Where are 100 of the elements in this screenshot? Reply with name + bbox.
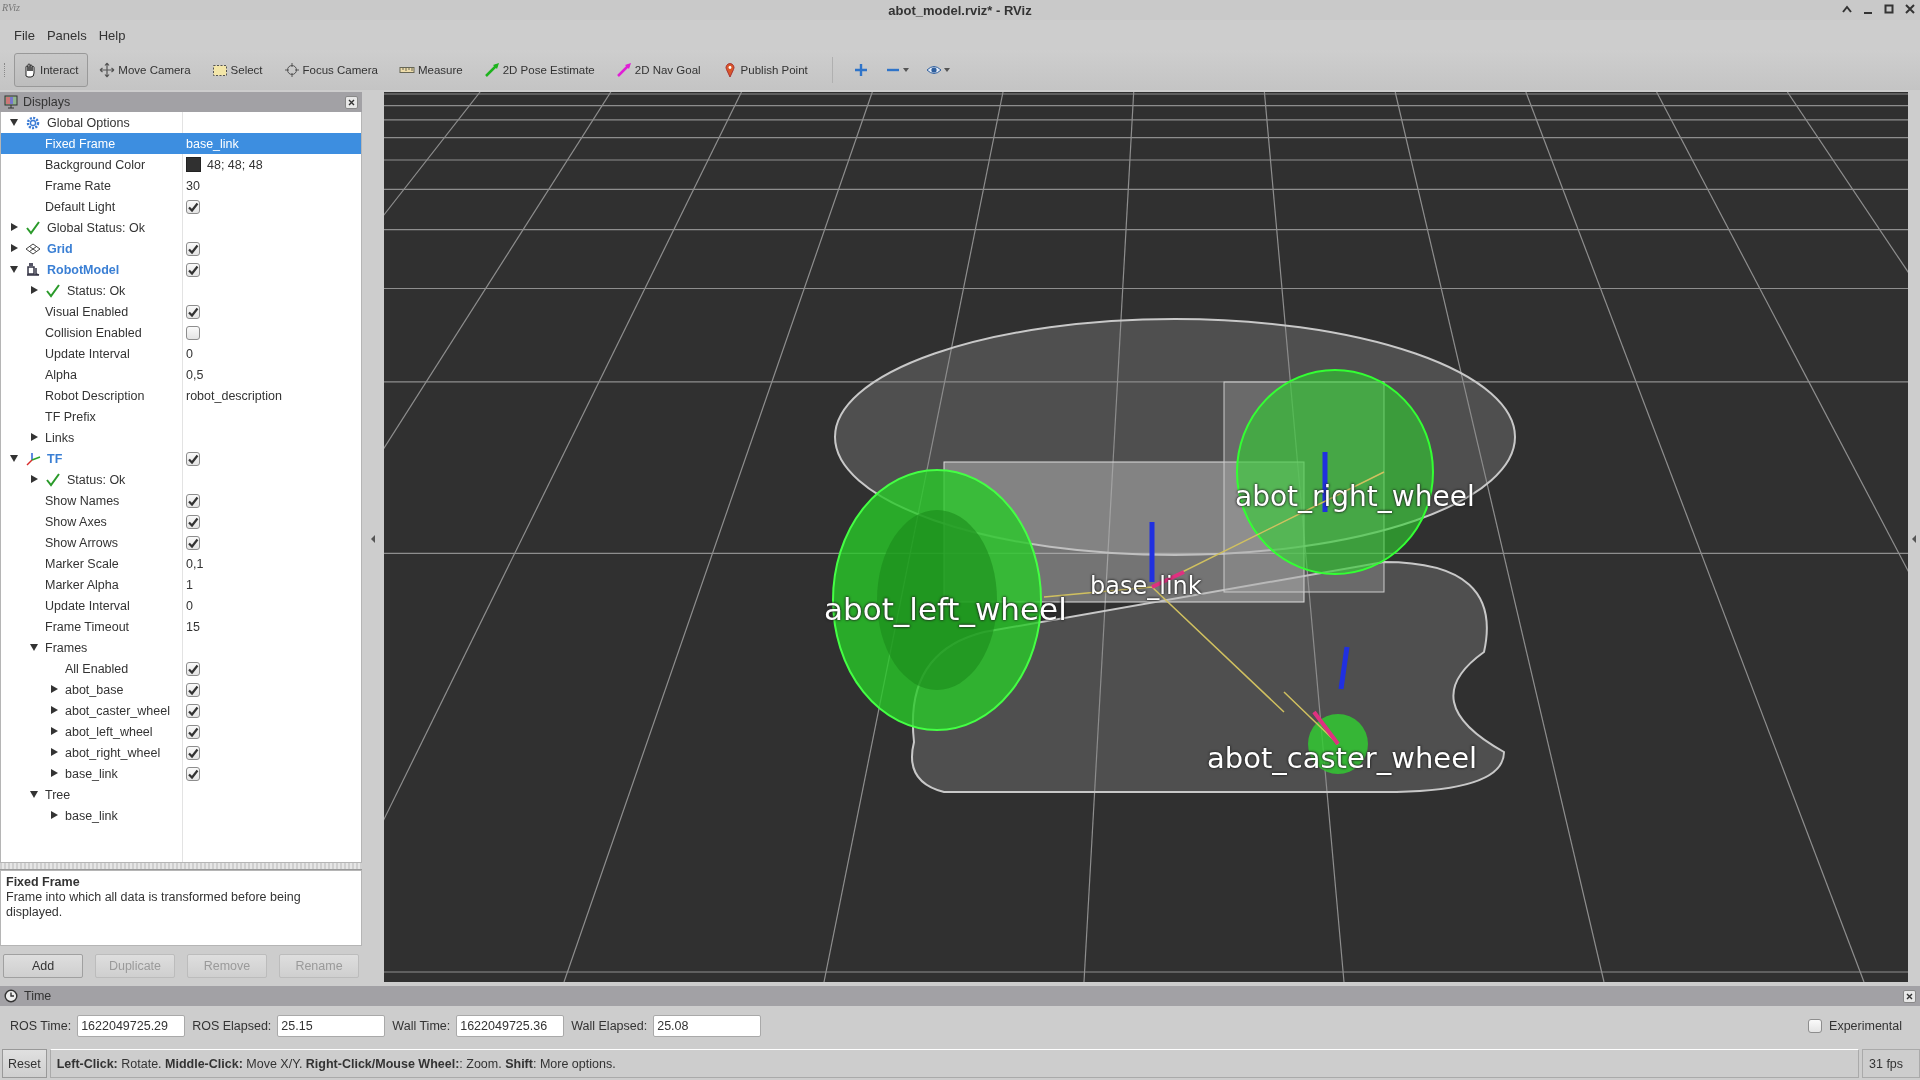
toolbar-button[interactable]: Measure: [391, 53, 473, 87]
collapsed-arrow-icon[interactable]: [11, 223, 18, 231]
expanded-arrow-icon[interactable]: [10, 119, 18, 126]
collapse-right-icon[interactable]: [1911, 534, 1917, 544]
field-label: Wall Time:: [392, 1019, 451, 1033]
display-name: TF: [47, 451, 63, 466]
menu-item[interactable]: Help: [92, 27, 132, 43]
toolbar-button[interactable]: Select: [204, 53, 273, 87]
tree-row[interactable]: TF: [1, 448, 361, 469]
collapsed-arrow-icon[interactable]: [51, 706, 58, 714]
tree-row[interactable]: Show Names: [1, 490, 361, 511]
checkbox[interactable]: [186, 241, 200, 256]
maximize-icon[interactable]: [1883, 3, 1895, 15]
checkbox[interactable]: [186, 745, 200, 760]
tree-row[interactable]: Tree: [1, 784, 361, 805]
fps-counter: 31 fps: [1869, 1056, 1904, 1071]
menu-item[interactable]: File: [8, 27, 41, 43]
checkbox[interactable]: [186, 493, 200, 508]
collapsed-arrow-icon[interactable]: [31, 433, 38, 441]
tree-row[interactable]: Marker Scale 0,1: [1, 553, 361, 574]
time-field[interactable]: 1622049725.36: [456, 1015, 565, 1037]
close-icon[interactable]: [1904, 3, 1916, 15]
color-swatch[interactable]: [186, 157, 201, 172]
menu-item[interactable]: Panels: [40, 27, 93, 43]
checkbox[interactable]: [186, 724, 200, 739]
close-panel-button[interactable]: [1903, 989, 1916, 1003]
tree-row[interactable]: Global Status: Ok: [1, 217, 361, 238]
tree-row[interactable]: Status: Ok: [1, 280, 361, 301]
time-field[interactable]: 25.15: [277, 1015, 386, 1037]
app-logo: RViz: [2, 2, 20, 13]
checkbox[interactable]: [186, 451, 200, 466]
tree-row[interactable]: Marker Alpha 1: [1, 574, 361, 595]
toolbar-button[interactable]: 2D Nav Goal: [608, 53, 711, 87]
collapsed-arrow-icon[interactable]: [11, 244, 18, 252]
checkbox[interactable]: [186, 766, 200, 781]
tree-row[interactable]: abot_left_wheel: [1, 721, 361, 742]
splitter-handle[interactable]: [0, 863, 362, 870]
toolbar-button[interactable]: Publish Point: [714, 53, 818, 87]
collapsed-arrow-icon[interactable]: [51, 727, 58, 735]
tree-row[interactable]: Show Axes: [1, 511, 361, 532]
property-name: Show Arrows: [45, 535, 118, 550]
checkbox[interactable]: [186, 325, 200, 340]
tree-row[interactable]: Frame Rate 30: [1, 175, 361, 196]
panel-button[interactable]: Add: [3, 954, 83, 978]
property-value: robot_description: [186, 388, 282, 403]
tree-row[interactable]: Robot Description robot_description: [1, 385, 361, 406]
tree-row[interactable]: Frame Timeout 15: [1, 616, 361, 637]
tree-row[interactable]: Collision Enabled: [1, 322, 361, 343]
tree-row[interactable]: abot_right_wheel: [1, 742, 361, 763]
tree-row[interactable]: Default Light: [1, 196, 361, 217]
collapsed-arrow-icon[interactable]: [51, 748, 58, 756]
tree-row[interactable]: abot_base: [1, 679, 361, 700]
tree-row[interactable]: Update Interval 0: [1, 595, 361, 616]
tree-row[interactable]: base_link: [1, 805, 361, 826]
expanded-arrow-icon[interactable]: [10, 266, 18, 273]
collapsed-arrow-icon[interactable]: [51, 769, 58, 777]
collapsed-arrow-icon[interactable]: [31, 286, 38, 294]
tree-row[interactable]: base_link: [1, 763, 361, 784]
tree-row[interactable]: Visual Enabled: [1, 301, 361, 322]
toolbar-button[interactable]: 2D Pose Estimate: [476, 53, 605, 87]
checkbox[interactable]: [186, 199, 200, 214]
time-field[interactable]: 1622049725.29: [77, 1015, 186, 1037]
checkbox[interactable]: [1808, 1019, 1823, 1033]
tree-row[interactable]: Background Color 48; 48; 48: [1, 154, 361, 175]
tree-row[interactable]: Global Options: [1, 112, 361, 133]
toolbar-button[interactable]: Focus Camera: [276, 53, 388, 87]
reset-button[interactable]: Reset: [2, 1049, 47, 1078]
checkbox[interactable]: [186, 703, 200, 718]
expanded-arrow-icon[interactable]: [10, 455, 18, 462]
collapse-left-icon[interactable]: [370, 534, 376, 544]
tree-row[interactable]: Frames: [1, 637, 361, 658]
checkbox[interactable]: [186, 262, 200, 277]
tree-row[interactable]: Alpha 0,5: [1, 364, 361, 385]
collapsed-arrow-icon[interactable]: [31, 475, 38, 483]
checkbox[interactable]: [186, 304, 200, 319]
tree-row[interactable]: RobotModel: [1, 259, 361, 280]
tree-row[interactable]: TF Prefix: [1, 406, 361, 427]
status-hint: Left-Click: Rotate. Middle-Click: Move X/Y. Right-Click/Mouse Wheel:: Zoom. Shift: More options.: [56, 1056, 616, 1071]
checkbox[interactable]: [186, 535, 200, 550]
collapse-icon[interactable]: [1841, 3, 1853, 15]
tree-row[interactable]: Update Interval 0: [1, 343, 361, 364]
checkbox[interactable]: [186, 514, 200, 529]
property-value: 0: [186, 598, 193, 613]
expanded-arrow-icon[interactable]: [30, 644, 38, 651]
checkbox[interactable]: [186, 661, 200, 676]
collapsed-arrow-icon[interactable]: [51, 811, 58, 819]
window-title: abot_model.rviz* - RViz: [888, 2, 1032, 18]
checkbox[interactable]: [186, 682, 200, 697]
tree-row[interactable]: All Enabled: [1, 658, 361, 679]
tree-row[interactable]: Status: Ok: [1, 469, 361, 490]
toolbar-button[interactable]: Move Camera: [92, 53, 201, 87]
close-panel-button[interactable]: [345, 95, 358, 109]
tree-row[interactable]: abot_caster_wheel: [1, 700, 361, 721]
tree-row[interactable]: Links: [1, 427, 361, 448]
tree-row[interactable]: Grid: [1, 238, 361, 259]
time-field[interactable]: 25.08: [653, 1015, 762, 1037]
tree-row[interactable]: Show Arrows: [1, 532, 361, 553]
expanded-arrow-icon[interactable]: [30, 791, 38, 798]
collapsed-arrow-icon[interactable]: [51, 685, 58, 693]
toolbar-button[interactable]: Interact: [14, 53, 89, 87]
